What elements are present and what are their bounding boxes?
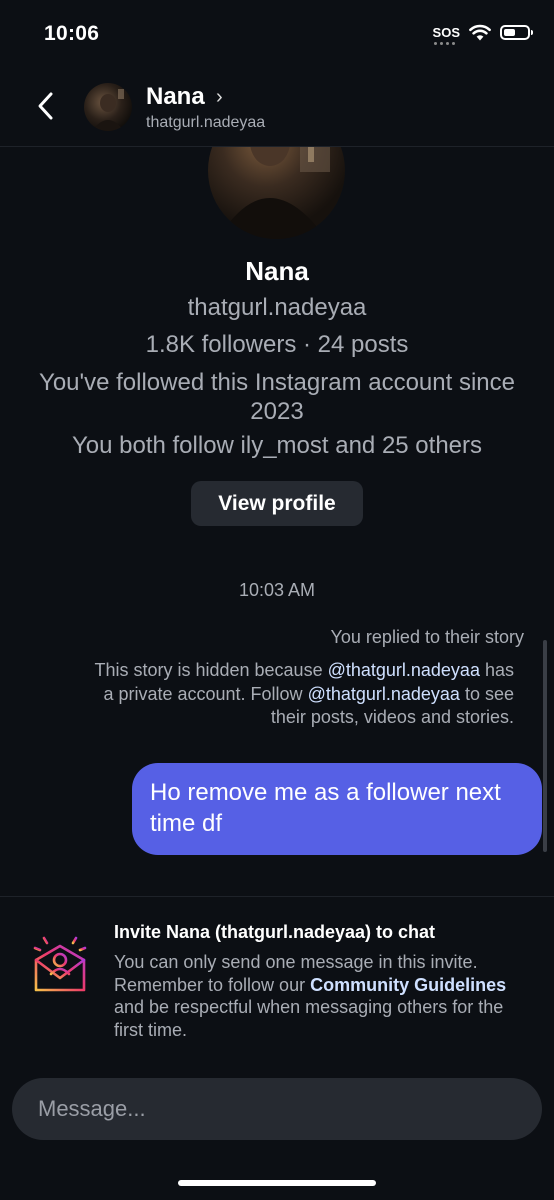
header-avatar[interactable] [84, 83, 132, 131]
hidden-note-text-1: This story is hidden because [94, 660, 328, 680]
invite-body-text-2: and be respectful when messaging others … [114, 997, 504, 1040]
message-composer[interactable] [12, 1078, 542, 1140]
wifi-icon [469, 24, 491, 41]
story-reply-note: You replied to their story [330, 627, 524, 647]
hidden-story-note: This story is hidden because @thatgurl.n… [94, 659, 514, 730]
invite-divider [0, 896, 554, 897]
chevron-right-icon[interactable]: › [216, 86, 223, 109]
sent-message-bubble[interactable]: Ho remove me as a follower next time df [132, 763, 542, 855]
envelope-invite-icon [33, 931, 87, 992]
mention-link[interactable]: @thatgurl.nadeyaa [328, 660, 480, 680]
signal-dots-icon [433, 41, 455, 45]
header-username: thatgurl.nadeyaa [146, 114, 266, 131]
message-timestamp: 10:03 AM [238, 580, 316, 600]
status-time: 10:06 [44, 22, 100, 45]
home-indicator[interactable] [178, 1180, 376, 1186]
view-profile-button[interactable]: View profile [191, 481, 363, 526]
status-icons: SOS [432, 24, 533, 45]
profile-name: Nana [245, 256, 309, 286]
invite-body: You can only send one message in this in… [114, 951, 534, 1041]
profile-picture[interactable] [208, 147, 345, 239]
mention-link[interactable]: @thatgurl.nadeyaa [308, 684, 460, 704]
profile-picture-container [0, 147, 554, 247]
followed-since: You've followed this Instagram account s… [39, 369, 515, 425]
sos-indicator: SOS [432, 24, 460, 45]
community-guidelines-link[interactable]: Community Guidelines [310, 975, 506, 995]
battery-icon [500, 25, 533, 40]
scrollbar[interactable] [543, 640, 547, 852]
profile-stats: 1.8K followers · 24 posts [145, 331, 409, 358]
back-arrow-icon[interactable] [32, 88, 62, 124]
mutual-followers: You both follow ily_most and 25 others [71, 432, 483, 459]
sos-label: SOS [432, 24, 460, 40]
header-name[interactable]: Nana [146, 83, 205, 111]
profile-username: thatgurl.nadeyaa [187, 294, 367, 321]
message-input[interactable] [36, 1095, 518, 1123]
invite-title: Invite Nana (thatgurl.nadeyaa) to chat [114, 922, 436, 942]
